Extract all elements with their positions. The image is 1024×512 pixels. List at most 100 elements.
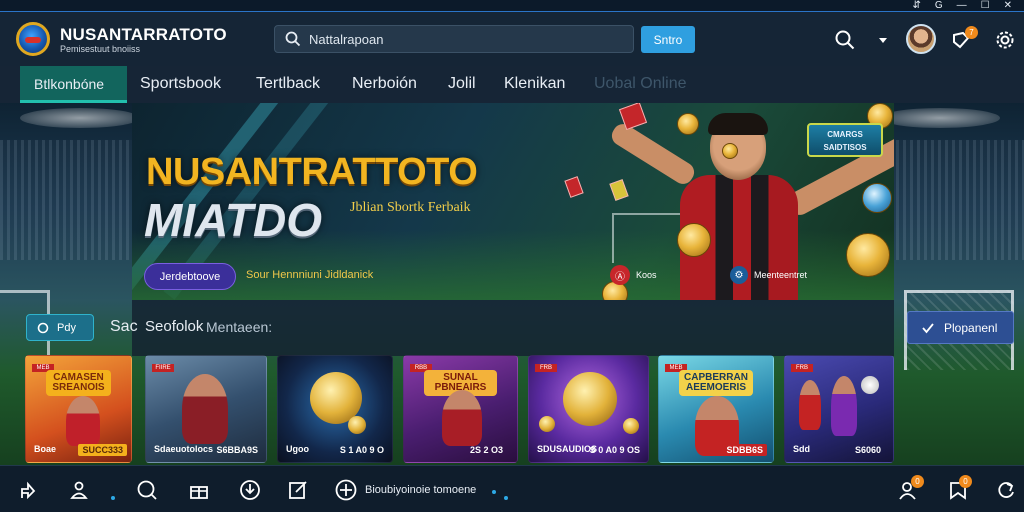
share-icon[interactable]: ⇵ [912, 0, 920, 11]
hero-title-secondary: MIATDO [144, 194, 323, 246]
nav-item-nerboion[interactable]: Nerboión [338, 66, 431, 103]
game-name: Ugoo [286, 444, 309, 454]
game-name: Sdd [793, 444, 810, 454]
minimize-icon[interactable]: — [957, 0, 967, 11]
logo-icon[interactable] [16, 22, 50, 56]
section-title: Seofolok [145, 318, 204, 335]
game-card-3[interactable]: Ugoo S 1 A0 9 O [277, 355, 393, 463]
coin-icon [539, 416, 555, 432]
nav-item-klenikan[interactable]: Klenikan [490, 66, 579, 103]
window-titlebar: ⇵ G — ☐ ✕ [0, 0, 1024, 12]
game-name: Boae [34, 444, 57, 454]
hero-chip-2[interactable]: ⚙ Meenteentret [730, 266, 807, 284]
nav-item-home[interactable]: Btlkonbóne [20, 66, 127, 103]
coin-icon [862, 183, 892, 213]
game-name: Sdaeuotolocs [154, 444, 214, 454]
game-value: S 1 A0 9 O [339, 445, 384, 455]
chip-2-label: Meenteentret [754, 270, 808, 280]
brand-name[interactable]: NUSANTARRATOTO [60, 25, 227, 45]
game-card-6[interactable]: MEB CAPBERRAN AEEMOERIS SDBB6S [658, 355, 774, 463]
stadium-light [20, 108, 140, 128]
hero-banner[interactable]: NUSANTRATTOTO MIATDO Jblian Sbortk Ferba… [132, 103, 894, 300]
promo-badge-line2: SAIDTISOS [823, 143, 867, 152]
coin-icon [623, 418, 639, 434]
game-value: SUCC333 [78, 444, 127, 456]
card-icon [609, 179, 629, 201]
indicator-dot [111, 496, 115, 500]
hero-chip-1[interactable]: Ⓐ Koos [610, 265, 657, 285]
game-tag: FRB [535, 364, 557, 372]
game-card-4[interactable]: RBB SUNAL PBNEAIRS 2S 2 O3 [403, 355, 518, 463]
magnifier-icon[interactable] [834, 29, 856, 51]
bookmark-badge: 0 [959, 475, 972, 488]
gift-icon[interactable] [187, 478, 211, 502]
chip-1-label: Koos [636, 270, 657, 280]
nav-item-tertlback[interactable]: Tertlback [242, 66, 334, 103]
game-tag: FIIRE [152, 364, 174, 372]
hero-subtext: Sour Hennniuni Jidldanick [246, 269, 374, 281]
player-figure [831, 376, 857, 436]
stadium-light [880, 108, 1000, 128]
game-card-1[interactable]: MEB CAMASEN SREANOIS Boae SUCC333 [25, 355, 132, 463]
coin-icon [722, 143, 738, 159]
player-figure [66, 396, 100, 446]
game-tag: FRB [791, 364, 813, 372]
avatar[interactable] [906, 24, 936, 54]
hero-tagline: Jblian Sbortk Ferbaik [350, 200, 471, 215]
player-figure [442, 390, 482, 446]
nav-item-jolil[interactable]: Jolil [434, 66, 490, 103]
ball-icon [861, 376, 879, 394]
notification-badge: 7 [965, 26, 978, 39]
nav-item-sportsbook[interactable]: Sportsbook [126, 66, 235, 103]
coin-icon [846, 233, 890, 277]
chip-1-icon: Ⓐ [610, 265, 630, 285]
promo-badge-line1: CMARGS [827, 130, 863, 139]
card-icon [564, 176, 584, 198]
g-icon[interactable]: G [935, 0, 943, 11]
game-value: S6060 [854, 445, 881, 455]
game-ribbon: CAPBERRAN AEEMOERIS [679, 370, 753, 396]
player-figure [799, 380, 821, 430]
bottom-status-text: Bioubiyoinoie tomoene [365, 484, 477, 496]
chip-2-icon: ⚙ [730, 266, 748, 284]
brand-subtitle: Pemisestuut bnoiiss [60, 44, 141, 54]
game-card-2[interactable]: FIIRE Sdaeuotolocs S6BBA9S [145, 355, 267, 463]
download-icon[interactable] [238, 478, 262, 502]
edit-icon[interactable] [286, 478, 310, 502]
game-card-5[interactable]: FRB SDUSAUDIOS S 0 A0 9 OS [528, 355, 649, 463]
dropdown-arrow-icon[interactable] [872, 29, 894, 51]
medal-icon [563, 372, 617, 426]
gear-icon[interactable] [994, 29, 1016, 51]
game-value: SDBB6S [722, 444, 767, 456]
right-button-label: Plopanenl [944, 320, 998, 335]
search-input[interactable] [309, 31, 609, 47]
add-icon[interactable] [334, 478, 358, 502]
nav-item-uobal-online[interactable]: Uobal Online [580, 66, 701, 103]
promo-badge[interactable]: CMARGS SAIDTISOS [807, 123, 883, 157]
user-icon[interactable] [67, 478, 91, 502]
indicator-dot [504, 496, 508, 500]
share-icon[interactable] [16, 478, 40, 502]
search-icon[interactable] [135, 478, 159, 502]
header: NUSANTARRATOTO Pemisestuut bnoiiss Sntro… [0, 12, 1024, 66]
search-button[interactable]: Sntro [641, 26, 695, 53]
maximize-icon[interactable]: ☐ [981, 0, 990, 11]
game-ribbon: CAMASEN SREANOIS [46, 370, 111, 396]
play-button-label: Pdy [57, 321, 76, 334]
indicator-dot [492, 490, 496, 494]
player-figure [182, 374, 228, 444]
section-cut-label: Sac [110, 318, 138, 335]
section-right-button[interactable]: Plopanenl [907, 311, 1014, 344]
play-button[interactable]: Pdy [26, 314, 94, 341]
search-box [274, 25, 634, 53]
coin-icon [677, 223, 711, 257]
game-card-7[interactable]: FRB Sdd S6060 [784, 355, 894, 463]
section-subtitle: Mentaeen: [206, 319, 273, 335]
coin-icon [348, 416, 366, 434]
game-value: 2S 2 O3 [469, 445, 503, 455]
hero-cta-button[interactable]: Jerdebtoove [144, 263, 236, 290]
support-badge: 0 [911, 475, 924, 488]
refresh-icon[interactable] [994, 478, 1018, 502]
close-icon[interactable]: ✕ [1004, 0, 1012, 11]
coin-icon [677, 113, 699, 135]
